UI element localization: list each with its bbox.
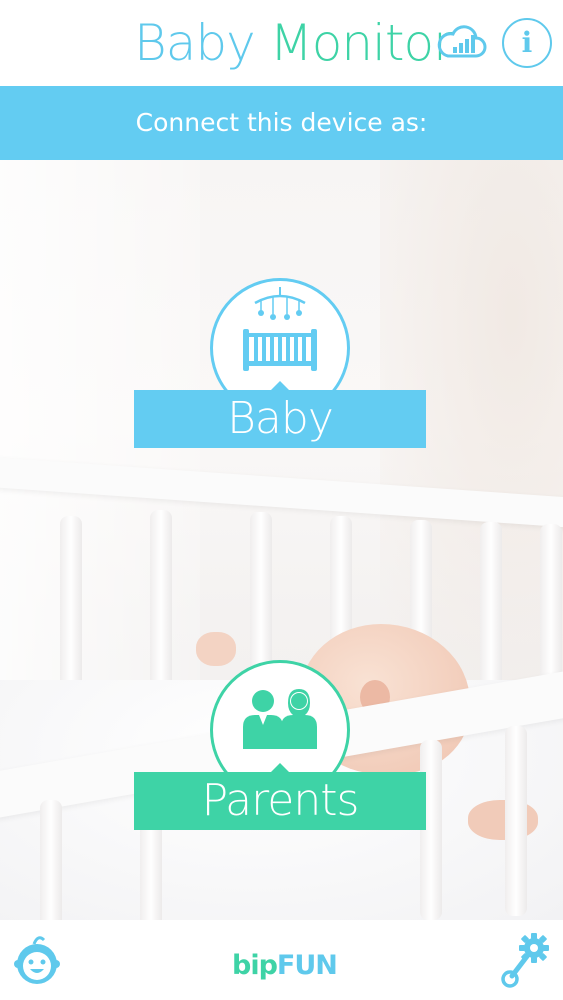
parents-icon xyxy=(243,689,317,749)
brand-part1: bip xyxy=(232,950,278,981)
brand-part2: FUN xyxy=(276,950,338,981)
connect-banner: Connect this device as: xyxy=(0,86,563,160)
settings-gear-icon xyxy=(501,933,549,988)
parents-role-label: Parents xyxy=(134,772,426,830)
crib-mobile-icon xyxy=(243,287,317,371)
info-button[interactable]: i xyxy=(502,18,552,68)
parents-role-button[interactable]: Parents xyxy=(134,660,426,832)
header: Baby Monitor i xyxy=(0,0,563,86)
bottom-bar: bipFUN xyxy=(0,920,563,1000)
baby-role-button[interactable]: Baby xyxy=(134,278,426,450)
baby-monitor-screen: Baby Monitor i Connect this device as: B… xyxy=(0,0,563,1000)
cloud-signal-icon xyxy=(437,25,487,58)
bipfun-logo: bipFUN xyxy=(232,946,338,986)
cloud-signal-button[interactable] xyxy=(436,22,488,64)
baby-face-icon xyxy=(14,936,60,984)
crib-bar xyxy=(505,726,527,916)
parents-label-notch xyxy=(271,763,289,772)
baby-role-label: Baby xyxy=(134,390,426,448)
baby-label-notch xyxy=(271,381,289,390)
baby-hand xyxy=(468,800,538,840)
app-title: Baby Monitor xyxy=(134,8,454,78)
settings-button[interactable] xyxy=(500,932,550,990)
app-title-part2: Monitor xyxy=(269,14,454,72)
app-title-part1: Baby xyxy=(134,14,256,72)
baby-profile-button[interactable] xyxy=(12,932,62,988)
crib-bar xyxy=(40,800,62,920)
